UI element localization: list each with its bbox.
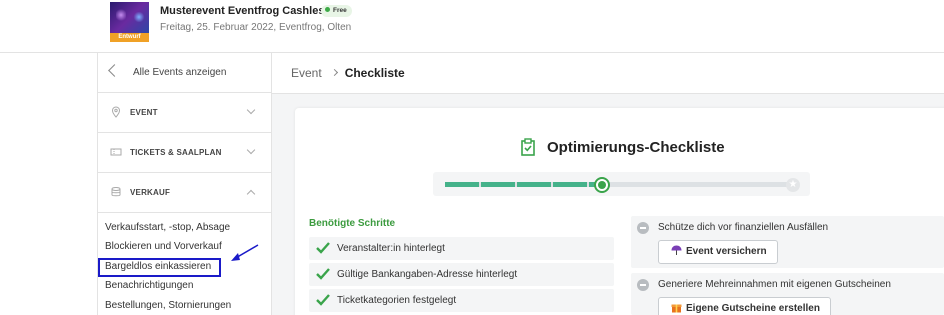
checklist-title: Optimierungs-Checkliste (547, 139, 725, 156)
breadcrumb-parent[interactable]: Event (291, 66, 322, 80)
arrow-right-circle-icon (637, 222, 649, 234)
progress-segment (553, 182, 587, 187)
back-to-events-link[interactable]: Alle Events anzeigen (98, 53, 272, 93)
chevron-up-icon (246, 189, 256, 199)
checklist-step: Gültige Bankangaben-Adresse hinterlegt (309, 263, 614, 286)
step-label: Ticketkategorien festgelegt (337, 295, 457, 306)
tip-text: Generiere Mehreinnahmen mit eigenen Guts… (658, 279, 891, 290)
event-subtitle: Freitag, 25. Februar 2022, Eventfrog, Ol… (160, 22, 352, 33)
free-badge: Free (321, 5, 352, 17)
sidebar-item-bestellungen[interactable]: Bestellungen, Stornierungen (105, 300, 231, 311)
sidebar-section-label: TICKETS & SAALPLAN (130, 148, 222, 157)
sidebar-item-verkaufsstart[interactable]: Verkaufsstart, -stop, Absage (105, 222, 230, 233)
umbrella-icon (671, 245, 682, 255)
location-pin-icon (111, 106, 121, 118)
sidebar-section-label: EVENT (130, 108, 158, 117)
progress-check-icon (594, 177, 610, 193)
steps-title: Benötigte Schritte (309, 218, 396, 229)
chevron-down-icon (246, 105, 256, 115)
step-label: Gültige Bankangaben-Adresse hinterlegt (337, 269, 518, 280)
step-label: Veranstalter:in hinterlegt (337, 243, 445, 254)
event-header: Entwurf Musterevent Eventfrog Cashless F… (0, 0, 944, 53)
back-label: Alle Events anzeigen (133, 67, 227, 78)
highlight-box (98, 258, 221, 277)
arrow-right-circle-icon (637, 279, 649, 291)
tip-vouchers: Generiere Mehreinnahmen mit eigenen Guts… (631, 273, 944, 315)
checklist-step: Ticketkategorien festgelegt (309, 289, 614, 312)
draft-badge: Entwurf (110, 33, 149, 42)
sidebar-item-blockieren[interactable]: Blockieren und Vorverkauf (105, 241, 222, 252)
sidebar-section-event[interactable]: EVENT (98, 93, 272, 133)
progress-bar (433, 172, 810, 196)
progress-segment (517, 182, 551, 187)
checklist-step: Veranstalter:in hinterlegt (309, 237, 614, 260)
annotation-arrow-icon (231, 244, 259, 261)
event-title: Musterevent Eventfrog Cashless (160, 5, 331, 17)
coins-icon (111, 187, 121, 197)
check-icon (316, 294, 330, 306)
sidebar-section-label: VERKAUF (130, 188, 171, 197)
create-vouchers-button[interactable]: Eigene Gutscheine erstellen (658, 297, 831, 315)
chevron-right-icon (330, 68, 338, 77)
sidebar-section-tickets[interactable]: TICKETS & SAALPLAN (98, 133, 272, 173)
tip-insurance: Schütze dich vor finanziellen Ausfällen … (631, 216, 944, 268)
breadcrumb-current: Checkliste (344, 66, 405, 80)
progress-segment (481, 182, 515, 187)
sidebar-section-verkauf[interactable]: VERKAUF (98, 173, 272, 213)
gift-icon (671, 304, 682, 313)
tip-text: Schütze dich vor finanziellen Ausfällen (658, 222, 829, 233)
star-icon: ★ (786, 178, 800, 192)
sidebar-item-benachrichtigungen[interactable]: Benachrichtigungen (105, 280, 193, 291)
check-icon (316, 268, 330, 280)
progress-segment (445, 182, 479, 187)
create-vouchers-label: Eigene Gutscheine erstellen (686, 303, 820, 314)
progress-track (445, 182, 797, 187)
ticket-icon (110, 148, 122, 156)
event-thumbnail[interactable]: Entwurf (110, 2, 149, 42)
chevron-left-icon (108, 64, 121, 77)
insure-event-button[interactable]: Event versichern (658, 240, 778, 264)
chevron-down-icon (246, 145, 256, 155)
free-badge-label: Free (333, 7, 347, 14)
insure-event-label: Event versichern (686, 246, 767, 257)
clipboard-check-icon (521, 138, 535, 156)
breadcrumb: Event Checkliste (291, 66, 405, 80)
status-dot-icon (325, 7, 330, 12)
check-icon (316, 242, 330, 254)
